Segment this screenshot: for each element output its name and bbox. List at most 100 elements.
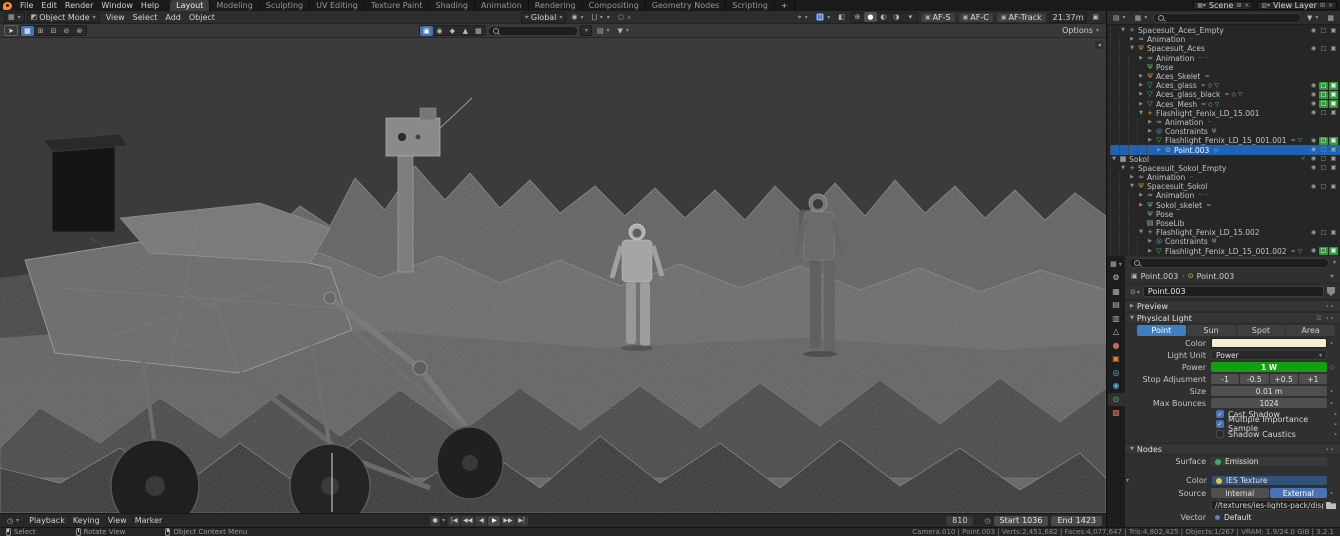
outliner-display-mode[interactable]: ▦▾ [1132,12,1151,23]
outliner-editor-type-button[interactable]: ▤▾ [1110,12,1129,23]
ies-file-path-field[interactable]: //textures/ies-lights-pack/display.ies [1211,500,1324,510]
prev-frame-button[interactable]: ◀ [475,516,487,526]
disable-in-viewports-icon[interactable]: □ [1319,27,1328,35]
light-type-point[interactable]: Point [1137,325,1186,336]
panel-nodes[interactable]: ▼Nodes∙∙ [1125,443,1340,455]
button-af-c[interactable]: ▣AF-C [958,12,994,23]
workspace-tab-texture-paint[interactable]: Texture Paint [365,0,430,11]
outliner-row-spacesuit-sokol[interactable]: ▼ΨSpacesuit_Sokol◉□▣ [1110,182,1340,191]
shading-solid-icon[interactable]: ● [864,12,877,22]
frame-start-field[interactable]: Start1036 [994,516,1049,526]
button-af-track[interactable]: ▣AF-Track [996,12,1047,23]
pin-icon[interactable]: ⌖ [1330,272,1334,281]
properties-tab-texture[interactable]: ▩ [1108,406,1125,420]
light-datablock-icon[interactable]: ⊙▾ [1130,288,1140,296]
timeline-menu-marker[interactable]: Marker [131,516,167,525]
expand-icon[interactable]: ▶ [1146,237,1154,246]
properties-tab-output[interactable]: ▤ [1108,298,1125,312]
expand-icon[interactable]: ▶ [1155,146,1163,155]
disable-in-viewports-icon[interactable]: □ [1319,155,1328,163]
outliner-row-poselib[interactable]: ▤PoseLib [1110,219,1340,228]
workspace-tab-uv-editing[interactable]: UV Editing [310,0,365,11]
snap-magnet-icon[interactable]: ⋃∙▾ [589,12,613,23]
menu-window[interactable]: Window [97,1,137,10]
timeline-menu-view[interactable]: View [104,516,131,525]
menu-render[interactable]: Render [61,1,97,10]
animate-dot[interactable]: ∙ [1327,400,1336,407]
viewport-canvas[interactable] [0,38,1106,513]
outliner-row-animation[interactable]: ▶≈Animation·· [1110,118,1340,127]
new-view-layer-icon[interactable]: ⊞ [1320,2,1325,9]
viewport-3d[interactable]: ◂ [0,38,1106,513]
properties-options-icon[interactable]: ▾ [1333,259,1336,266]
hide-in-viewport-icon[interactable]: ◉ [1309,137,1318,145]
disable-in-renders-icon[interactable]: ▣ [1329,91,1338,99]
outliner-row-spacesuit-sokol-empty[interactable]: ▼+Spacesuit_Sokol_Empty◉□▣ [1110,164,1340,173]
disable-in-viewports-icon[interactable]: □ [1319,91,1328,99]
checkbox-shadow-caustics[interactable] [1216,430,1224,438]
collapse-icon[interactable]: ▼ [1110,155,1118,164]
select-mode-new-icon[interactable]: ▦ [21,26,34,36]
menu-file[interactable]: File [16,1,37,10]
active-tool-button[interactable]: ➤ [4,25,18,36]
object-type-visibility-dropdown[interactable]: ▤▾ [594,25,613,36]
hide-in-viewport-icon[interactable]: ◉ [1309,82,1318,90]
gizmos-toggle[interactable]: ⌖▾ [795,12,811,23]
keyframe-diamond-icon[interactable]: ◇ [1327,364,1336,371]
light-unit-dropdown[interactable]: Power▾ [1211,350,1327,360]
panel-physical-light[interactable]: ▼Physical Light☰ ∙∙ [1125,312,1340,324]
collapse-icon[interactable]: ▼ [1119,26,1127,35]
hide-in-viewport-icon[interactable]: ◉ [1309,247,1318,255]
timeline-editor-type-button[interactable]: ◷▾ [4,515,22,526]
next-keyframe-button[interactable]: ▶▶ [501,516,514,526]
properties-search[interactable] [1129,258,1329,268]
outliner-row-animation[interactable]: ▶≈Animation···· [1110,191,1340,200]
pivot-point-selector[interactable]: ◉▾ [568,12,586,23]
timeline-menu-keying[interactable]: Keying [69,516,104,525]
hide-in-viewport-icon[interactable]: ◉ [1309,146,1318,154]
outliner-row-pose[interactable]: ΨPose [1110,210,1340,219]
mesh-edit-mode-dropdown[interactable]: ▾ [580,25,592,36]
disable-in-viewports-icon[interactable]: □ [1319,82,1328,90]
auto-keying-toggle[interactable]: ●▾ [430,516,445,526]
expand-icon[interactable]: ▶ [1146,247,1154,256]
select-mode-intersect-icon[interactable]: ⊗ [73,26,86,36]
shading-material-icon[interactable]: ◐ [877,12,890,22]
viewport-menu-view[interactable]: View [102,13,129,22]
viewport-menu-select[interactable]: Select [129,13,162,22]
surface-node-field[interactable]: Emission [1211,457,1327,467]
expand-icon[interactable]: ▶ [1137,72,1145,81]
fake-user-shield-icon[interactable] [1327,287,1335,296]
disable-in-renders-icon[interactable]: ▣ [1329,247,1338,255]
source-external[interactable]: External [1270,488,1328,498]
viewport-menu-add[interactable]: Add [161,13,185,22]
new-collection-button[interactable]: ▦ [1324,12,1337,23]
workspace-tab-shading[interactable]: Shading [429,0,475,11]
overlays-toggle[interactable]: ◫▾ [813,12,834,23]
animate-dot[interactable]: ∙ [1327,340,1336,347]
workspace-tab-animation[interactable]: Animation [475,0,529,11]
properties-tab-view-layer[interactable]: ▥ [1108,312,1125,326]
source-internal[interactable]: Internal [1211,488,1269,498]
hide-in-viewport-icon[interactable]: ◉ [1309,45,1318,53]
outliner-row-aces-mesh[interactable]: ▶▽Aces_Mesh≈◇▽◉□▣ [1110,100,1340,109]
properties-tab-object[interactable]: ▣ [1108,352,1125,366]
expand-icon[interactable]: ▶ [1137,100,1145,109]
snap-increment-icon[interactable]: ▣ [420,26,433,36]
expand-icon[interactable]: ▶ [1137,191,1145,200]
prev-keyframe-button[interactable]: ◀◀ [461,516,474,526]
outliner-row-spacesuit-aces-empty[interactable]: ▼+Spacesuit_Aces_Empty◉□▣ [1110,26,1340,35]
collapse-icon[interactable]: ▼ [1137,228,1145,237]
focus-distance[interactable]: 21.37m [1049,12,1088,23]
stop-button--0-5[interactable]: +0.5 [1270,374,1298,384]
outliner-row-sokol[interactable]: ▼▦Sokol✓◉□▣ [1110,155,1340,164]
options-dropdown[interactable]: Options▾ [1059,25,1102,36]
shading-wireframe-icon[interactable]: ⊕ [851,12,864,22]
outliner-row-aces-glass-black[interactable]: ▶▽Aces_glass_black≈◇▽◉□▣ [1110,90,1340,99]
breadcrumb-data[interactable]: Point.003 [1197,272,1235,281]
workspace-tab-modeling[interactable]: Modeling [210,0,259,11]
light-type-area[interactable]: Area [1286,325,1335,336]
properties-tab-constraints[interactable]: ◉ [1108,379,1125,393]
collapse-icon[interactable]: ▼ [1119,164,1127,173]
checkbox-multiple-importance-sample[interactable]: ✓ [1216,420,1224,428]
